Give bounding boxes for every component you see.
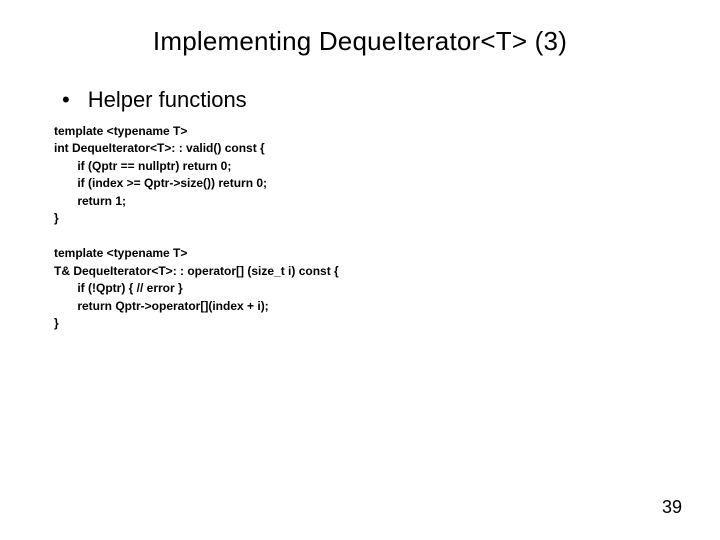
bullet-marker: • [62,89,70,111]
code-block-valid: template <typename T> int DequeIterator<… [54,123,670,227]
bullet-text: Helper functions [88,87,247,113]
code-block-operator: template <typename T> T& DequeIterator<T… [54,245,670,332]
slide-title: Implementing DequeIterator<T> (3) [50,26,670,57]
page-number: 39 [662,497,682,518]
slide: Implementing DequeIterator<T> (3) • Help… [0,0,720,540]
bullet-item: • Helper functions [62,87,670,113]
